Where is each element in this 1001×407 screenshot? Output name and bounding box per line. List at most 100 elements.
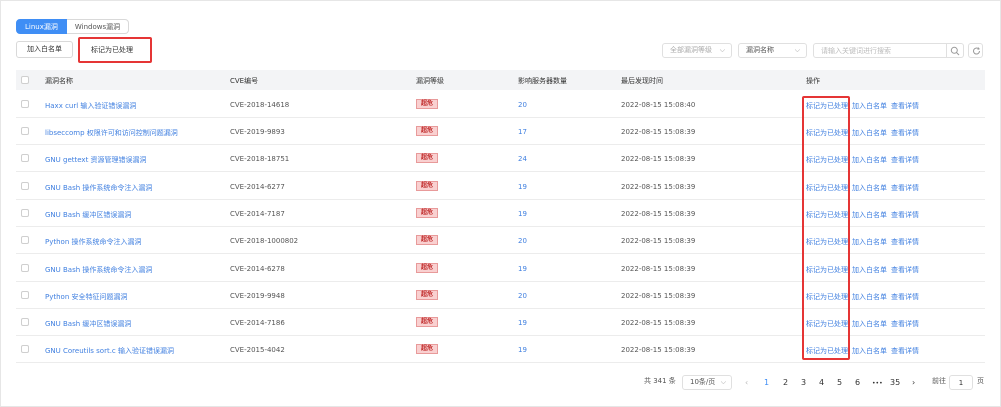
view-detail-link[interactable]: 查看详情 xyxy=(891,210,919,220)
row-checkbox[interactable] xyxy=(21,209,29,217)
add-whitelist-link[interactable]: 加入白名单 xyxy=(852,319,887,329)
highlight-mark-column xyxy=(802,96,850,360)
page-3[interactable]: 3 xyxy=(801,378,806,387)
level-badge: 超危 xyxy=(416,235,438,245)
vuln-name-link[interactable]: Python 安全特征问题漏洞 xyxy=(45,292,128,302)
add-whitelist-link[interactable]: 加入白名单 xyxy=(852,101,887,111)
cve-id: CVE-2018-1000802 xyxy=(230,237,299,245)
page-4[interactable]: 4 xyxy=(819,378,824,387)
page-5[interactable]: 5 xyxy=(837,378,842,387)
refresh-button[interactable] xyxy=(968,43,983,58)
server-count-link[interactable]: 17 xyxy=(518,128,527,136)
search-input[interactable] xyxy=(813,43,947,58)
cve-id: CVE-2014-7186 xyxy=(230,319,285,327)
vuln-name-link[interactable]: GNU Bash 操作系统命令注入漏洞 xyxy=(45,183,152,193)
row-checkbox[interactable] xyxy=(21,182,29,190)
tab-linux[interactable]: Linux漏洞 xyxy=(16,19,67,34)
last-seen-time: 2022-08-15 15:08:39 xyxy=(621,155,696,163)
add-whitelist-link[interactable]: 加入白名单 xyxy=(852,183,887,193)
page-1[interactable]: 1 xyxy=(764,378,769,387)
row-checkbox[interactable] xyxy=(21,264,29,272)
vuln-name-link[interactable]: libseccomp 权限许可和访问控制问题漏洞 xyxy=(45,128,178,138)
view-detail-link[interactable]: 查看详情 xyxy=(891,183,919,193)
select-all-checkbox[interactable] xyxy=(21,76,29,84)
last-seen-time: 2022-08-15 15:08:39 xyxy=(621,128,696,136)
cve-id: CVE-2018-18751 xyxy=(230,155,290,163)
server-count-link[interactable]: 19 xyxy=(518,346,527,354)
add-whitelist-link[interactable]: 加入白名单 xyxy=(852,292,887,302)
add-whitelist-link[interactable]: 加入白名单 xyxy=(852,155,887,165)
view-detail-link[interactable]: 查看详情 xyxy=(891,265,919,275)
level-badge: 超危 xyxy=(416,208,438,218)
level-badge: 超危 xyxy=(416,181,438,191)
row-checkbox[interactable] xyxy=(21,127,29,135)
server-count-link[interactable]: 19 xyxy=(518,319,527,327)
add-whitelist-link[interactable]: 加入白名单 xyxy=(852,346,887,356)
tab-windows[interactable]: Windows漏洞 xyxy=(66,19,130,34)
row-checkbox[interactable] xyxy=(21,345,29,353)
field-select-value: 漏洞名称 xyxy=(746,46,774,54)
view-detail-link[interactable]: 查看详情 xyxy=(891,128,919,138)
page-size-value: 10条/页 xyxy=(690,378,716,386)
view-detail-link[interactable]: 查看详情 xyxy=(891,101,919,111)
server-count-link[interactable]: 20 xyxy=(518,292,527,300)
row-checkbox[interactable] xyxy=(21,100,29,108)
cve-id: CVE-2014-7187 xyxy=(230,210,285,218)
page-ellipsis[interactable]: ••• xyxy=(872,380,883,387)
level-select-value: 全部漏洞等级 xyxy=(670,46,712,54)
view-detail-link[interactable]: 查看详情 xyxy=(891,155,919,165)
field-select[interactable]: 漏洞名称 ⌵ xyxy=(738,43,807,58)
vuln-name-link[interactable]: GNU Bash 缓冲区错误漏洞 xyxy=(45,319,131,329)
view-detail-link[interactable]: 查看详情 xyxy=(891,292,919,302)
add-whitelist-button[interactable]: 加入白名单 xyxy=(16,41,73,58)
level-badge: 超危 xyxy=(416,344,438,354)
col-vuln-name: 漏洞名称 xyxy=(45,77,73,85)
cve-id: CVE-2014-6278 xyxy=(230,265,285,273)
vuln-name-link[interactable]: GNU gettext 资源管理错误漏洞 xyxy=(45,155,147,165)
level-badge: 超危 xyxy=(416,126,438,136)
total-count: 共 341 条 xyxy=(644,377,676,385)
vuln-name-link[interactable]: Python 操作系统命令注入漏洞 xyxy=(45,237,142,247)
add-whitelist-link[interactable]: 加入白名单 xyxy=(852,265,887,275)
col-actions: 操作 xyxy=(806,77,820,85)
page-size-select[interactable]: 10条/页 ⌵ xyxy=(682,375,732,390)
last-seen-time: 2022-08-15 15:08:39 xyxy=(621,292,696,300)
vuln-name-link[interactable]: GNU Coreutils sort.c 输入验证错误漏洞 xyxy=(45,346,174,356)
vuln-name-link[interactable]: GNU Bash 操作系统命令注入漏洞 xyxy=(45,265,152,275)
server-count-link[interactable]: 19 xyxy=(518,210,527,218)
search-button[interactable] xyxy=(947,43,964,58)
row-checkbox[interactable] xyxy=(21,236,29,244)
next-page-icon[interactable]: › xyxy=(912,378,915,387)
col-level: 漏洞等级 xyxy=(416,77,444,85)
view-detail-link[interactable]: 查看详情 xyxy=(891,346,919,356)
prev-page-icon[interactable]: ‹ xyxy=(745,378,748,387)
page-35[interactable]: 35 xyxy=(890,378,900,387)
server-count-link[interactable]: 19 xyxy=(518,265,527,273)
vuln-name-link[interactable]: GNU Bash 缓冲区错误漏洞 xyxy=(45,210,131,220)
add-whitelist-link[interactable]: 加入白名单 xyxy=(852,128,887,138)
page-2[interactable]: 2 xyxy=(783,378,788,387)
vuln-name-link[interactable]: Haxx curl 输入验证错误漏洞 xyxy=(45,101,136,111)
server-count-link[interactable]: 20 xyxy=(518,237,527,245)
row-checkbox[interactable] xyxy=(21,318,29,326)
server-count-link[interactable]: 20 xyxy=(518,101,527,109)
level-select[interactable]: 全部漏洞等级 ⌵ xyxy=(662,43,732,58)
col-last-seen: 最后发现时间 xyxy=(621,77,663,85)
page-6[interactable]: 6 xyxy=(855,378,860,387)
add-whitelist-link[interactable]: 加入白名单 xyxy=(852,210,887,220)
level-badge: 超危 xyxy=(416,263,438,273)
add-whitelist-link[interactable]: 加入白名单 xyxy=(852,237,887,247)
cve-id: CVE-2014-6277 xyxy=(230,183,285,191)
cve-id: CVE-2019-9948 xyxy=(230,292,285,300)
server-count-link[interactable]: 24 xyxy=(518,155,527,163)
view-detail-link[interactable]: 查看详情 xyxy=(891,237,919,247)
cve-id: CVE-2019-9893 xyxy=(230,128,285,136)
row-checkbox[interactable] xyxy=(21,291,29,299)
last-seen-time: 2022-08-15 15:08:39 xyxy=(621,346,696,354)
goto-page-input[interactable] xyxy=(949,375,973,390)
server-count-link[interactable]: 19 xyxy=(518,183,527,191)
row-checkbox[interactable] xyxy=(21,154,29,162)
last-seen-time: 2022-08-15 15:08:40 xyxy=(621,101,696,109)
view-detail-link[interactable]: 查看详情 xyxy=(891,319,919,329)
cve-id: CVE-2018-14618 xyxy=(230,101,290,109)
